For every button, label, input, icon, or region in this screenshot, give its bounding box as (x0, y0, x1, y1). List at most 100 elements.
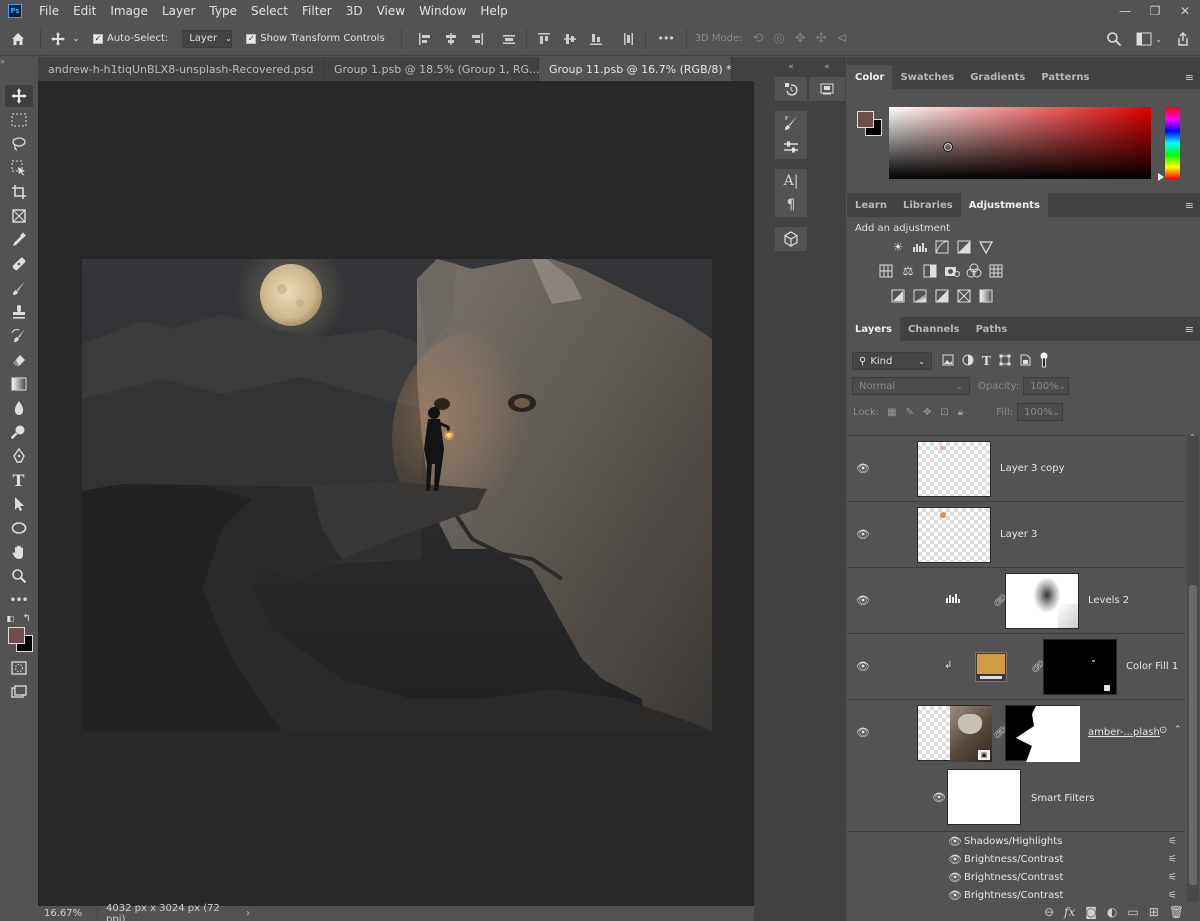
swap-colors-icon[interactable]: ↰ (23, 613, 31, 624)
layer-kind-filter[interactable]: ⚲ Kind ⌄ (852, 352, 932, 370)
menu-file[interactable]: File (32, 0, 66, 22)
frame-tool-icon[interactable] (5, 205, 33, 227)
healing-brush-tool-icon[interactable] (5, 253, 33, 275)
menu-help[interactable]: Help (473, 0, 514, 22)
expand-panels-arrows-2[interactable]: « (808, 57, 846, 77)
libraries-panel-icon[interactable] (809, 77, 845, 101)
tab-paths[interactable]: Paths (968, 317, 1016, 341)
tab-patterns[interactable]: Patterns (1033, 65, 1097, 89)
menu-filter[interactable]: Filter (295, 0, 339, 22)
filter-type-layers-icon[interactable]: T (982, 354, 991, 368)
filter-adjustment-layers-icon[interactable] (962, 354, 974, 369)
move-tool-preset-icon[interactable]: ⌄ (45, 31, 85, 47)
hand-tool-icon[interactable] (5, 541, 33, 563)
vibrance-icon[interactable] (978, 239, 994, 255)
add-mask-icon[interactable]: ◙ (1085, 905, 1097, 919)
filter-pixel-layers-icon[interactable] (942, 354, 954, 369)
hue-saturation-icon[interactable] (878, 263, 894, 279)
gradient-map-icon[interactable] (978, 288, 994, 304)
visibility-eye-icon[interactable]: 👁︎ (948, 889, 962, 902)
status-menu-arrow[interactable]: › (238, 908, 250, 919)
distribute-vertical-icon[interactable] (619, 32, 637, 46)
more-options-icon[interactable]: ••• (654, 32, 678, 45)
search-icon[interactable] (1106, 31, 1122, 47)
align-top-icon[interactable] (535, 32, 553, 46)
collapse-filters-icon[interactable]: ⌃ (1174, 725, 1182, 735)
3d-pan-icon[interactable]: ✥ (795, 31, 806, 46)
menu-view[interactable]: View (370, 0, 412, 22)
color-balance-icon[interactable]: ⚖ (900, 263, 916, 279)
color-lookup-icon[interactable] (988, 263, 1004, 279)
3d-slide-icon[interactable]: ✣ (816, 31, 827, 46)
hue-slider[interactable] (1165, 107, 1180, 179)
visibility-eye-icon[interactable]: 👁︎ (948, 853, 962, 866)
layer-row-levels-2[interactable]: 👁︎ 🔗︎ Levels 2 (847, 568, 1185, 634)
curves-icon[interactable] (934, 239, 950, 255)
menu-image[interactable]: Image (103, 0, 155, 22)
distribute-horizontal-icon[interactable] (500, 32, 518, 46)
menu-window[interactable]: Window (412, 0, 473, 22)
3d-roll-icon[interactable]: ◎ (773, 31, 784, 46)
document-artwork[interactable] (82, 259, 712, 731)
tab-group11-psb[interactable]: Group 11.psb @ 16.7% (RGB/8) * × (539, 57, 762, 81)
close-window-button[interactable]: ✕ (1170, 0, 1200, 22)
align-right-icon[interactable] (468, 32, 486, 46)
levels-icon[interactable] (912, 239, 928, 255)
tab-color[interactable]: Color (847, 65, 893, 89)
tab-libraries[interactable]: Libraries (895, 193, 961, 217)
ellipse-tool-icon[interactable] (5, 517, 33, 539)
align-left-icon[interactable] (416, 32, 434, 46)
home-icon[interactable] (0, 31, 36, 47)
character-panel-icon[interactable]: A| (775, 169, 807, 193)
layer-name[interactable]: amber-...plash (1088, 727, 1160, 738)
transform-controls-checkbox[interactable]: ✓ (246, 33, 257, 44)
zoom-level[interactable]: 16.67% (38, 908, 98, 919)
black-white-icon[interactable] (922, 263, 938, 279)
tab-group1-psb[interactable]: Group 1.psb @ 18.5% (Group 1, RG... × (324, 57, 570, 81)
toolbar-collapse-arrows[interactable]: » (0, 57, 37, 66)
filter-options-icon[interactable]: ⚟ (1168, 890, 1177, 901)
auto-select-toggle[interactable]: ✓ Auto-Select: (93, 33, 168, 44)
delete-layer-icon[interactable]: 🗑︎ (1169, 905, 1184, 919)
quick-mask-icon[interactable] (5, 657, 33, 679)
tab-adjustments[interactable]: Adjustments (960, 193, 1048, 217)
selective-color-icon[interactable] (956, 288, 972, 304)
transform-controls-toggle[interactable]: ✓ Show Transform Controls (246, 33, 385, 44)
lasso-tool-icon[interactable] (5, 133, 33, 155)
visibility-eye-icon[interactable]: 👁︎ (856, 462, 870, 475)
screen-mode-icon[interactable] (5, 681, 33, 703)
layer-row-layer-3-copy[interactable]: 👁︎ Layer 3 copy (847, 436, 1185, 502)
menu-select[interactable]: Select (244, 0, 295, 22)
filter-row-brightness-contrast[interactable]: 👁︎ Brightness/Contrast ⚟ (847, 868, 1185, 886)
fill-field[interactable]: 100% ⌄ (1017, 403, 1063, 421)
filter-options-icon[interactable]: ⚟ (1168, 854, 1177, 865)
new-group-icon[interactable]: ▭ (1127, 905, 1138, 919)
pen-tool-icon[interactable] (5, 445, 33, 467)
brightness-contrast-icon[interactable]: ☀ (890, 239, 906, 255)
filter-row-shadows-highlights[interactable]: 👁︎ Shadows/Highlights ⚟ (847, 832, 1185, 850)
color-field[interactable] (889, 107, 1151, 179)
layer-name[interactable]: Layer 3 copy (1000, 463, 1064, 474)
move-tool-icon[interactable] (4, 85, 33, 107)
workspace-icon[interactable]: ⌄ (1136, 32, 1162, 46)
paragraph-panel-icon[interactable]: ¶ (775, 193, 807, 217)
menu-3d[interactable]: 3D (339, 0, 370, 22)
zoom-tool-icon[interactable] (5, 565, 33, 587)
lock-all-icon[interactable]: 🔒︎ (958, 407, 963, 418)
gradient-tool-icon[interactable] (5, 373, 33, 395)
blur-tool-icon[interactable] (5, 397, 33, 419)
layer-name[interactable]: Color Fill 1 (1126, 661, 1178, 672)
filter-row-brightness-contrast[interactable]: 👁︎ Brightness/Contrast ⚟ (847, 886, 1185, 902)
brush-tool-icon[interactable] (5, 277, 33, 299)
menu-type[interactable]: Type (202, 0, 244, 22)
invert-icon[interactable] (890, 288, 906, 304)
menu-layer[interactable]: Layer (155, 0, 202, 22)
eyedropper-tool-icon[interactable] (5, 229, 33, 251)
path-selection-tool-icon[interactable] (5, 493, 33, 515)
expand-panels-arrows[interactable]: « (774, 57, 808, 77)
edit-toolbar-icon[interactable]: ••• (5, 589, 33, 611)
layer-row-layer-3[interactable]: 👁︎ Layer 3 (847, 502, 1185, 568)
clone-stamp-tool-icon[interactable] (5, 301, 33, 323)
visibility-eye-icon[interactable]: 👁︎ (932, 791, 946, 804)
filter-options-icon[interactable]: ⚟ (1168, 836, 1177, 847)
